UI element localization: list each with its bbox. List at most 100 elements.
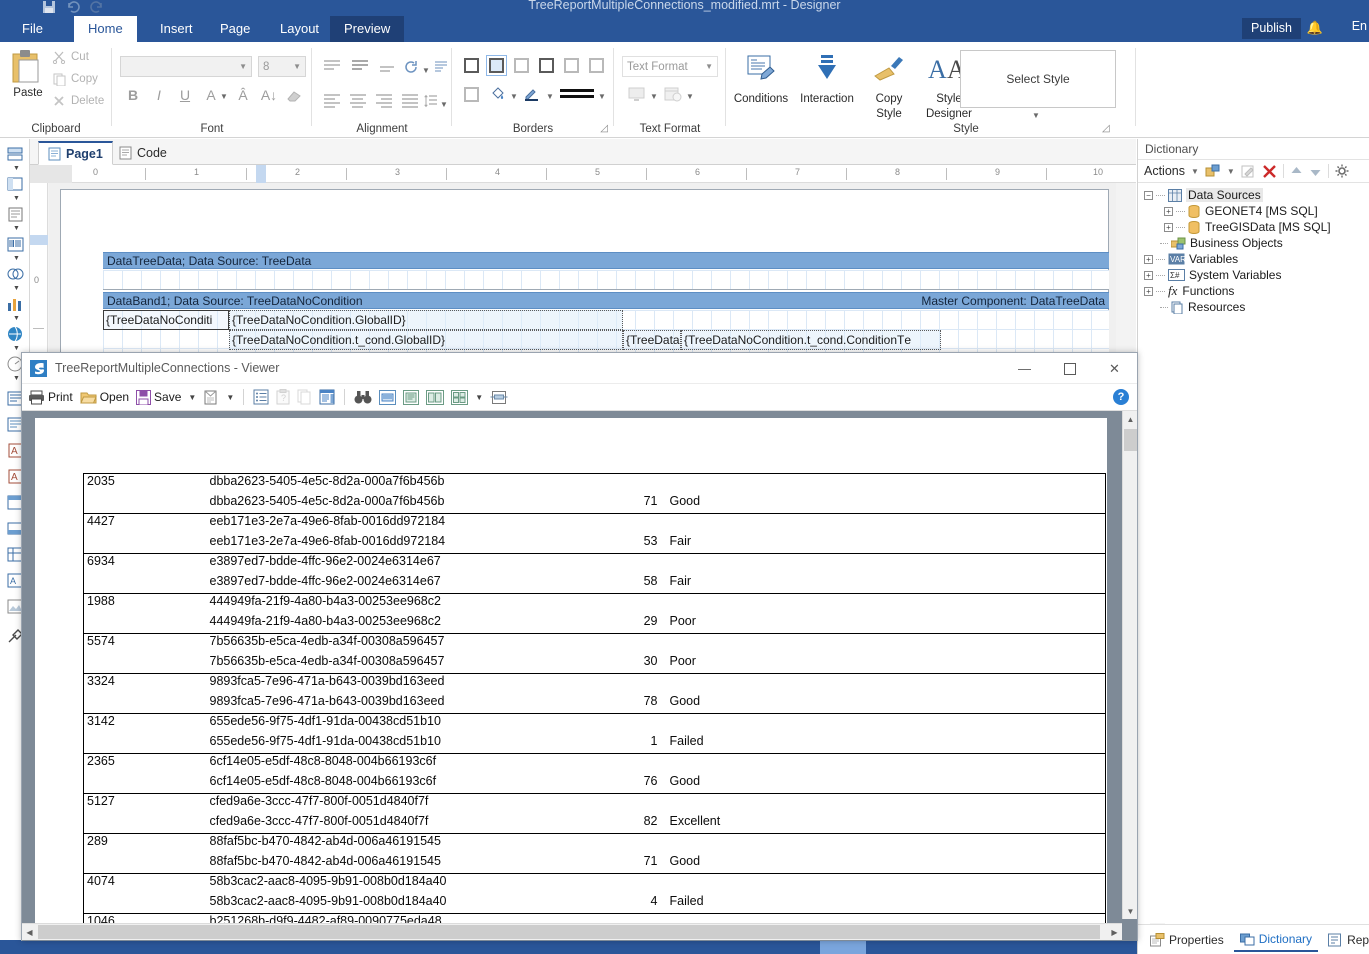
shrink-font-button[interactable]: A↓ [260, 86, 278, 104]
report-preview-page[interactable]: 2035 dbba2623-5405-4e5c-8d2a-000a7f6b456… [35, 418, 1107, 933]
chevron-down-icon[interactable]: ▼ [598, 92, 606, 101]
viewer-help-button[interactable]: ? [1113, 389, 1129, 405]
chevron-down-icon[interactable]: ▼ [188, 393, 196, 402]
viewer-copy-page-button[interactable] [297, 389, 312, 405]
chevron-down-icon[interactable]: ▼ [13, 255, 20, 262]
text-component-4[interactable]: {TreeData [623, 330, 681, 350]
viewer-maximize-button[interactable] [1047, 353, 1092, 384]
chart-tool-icon[interactable] [6, 295, 25, 314]
page-tab-code[interactable]: Code [110, 141, 176, 165]
scroll-up-arrow-icon[interactable]: ▲ [1123, 411, 1138, 427]
tree-node-geonet4[interactable]: + GEONET4 [MS SQL] [1164, 203, 1318, 219]
text-component-2[interactable]: {TreeDataNoCondition.GlobalID} [229, 310, 623, 330]
borders-dialog-launcher[interactable]: ◿ [600, 123, 608, 134]
align-bottom-button[interactable] [380, 66, 396, 78]
band-body-datatreedata[interactable] [103, 270, 1109, 290]
text-component-5[interactable]: {TreeDataNoCondition.t_cond.ConditionTе [681, 330, 941, 350]
page-tab-page1[interactable]: Page1 [38, 141, 113, 165]
viewer-open-button[interactable]: Open [79, 390, 129, 405]
interaction-button[interactable]: Interaction [796, 48, 858, 105]
font-color-button[interactable]: A [202, 86, 220, 104]
align-right-button[interactable] [376, 94, 392, 108]
chevron-down-icon[interactable]: ▼ [13, 285, 20, 292]
chevron-down-icon[interactable]: ▼ [13, 345, 20, 352]
border-color-button[interactable] [524, 86, 542, 102]
chevron-down-icon[interactable]: ▼ [13, 375, 20, 382]
tree-node-treegisdata[interactable]: + TreeGISData [MS SQL] [1164, 219, 1331, 235]
chevron-down-icon[interactable]: ▼ [475, 393, 483, 402]
expand-expander-icon[interactable]: + [1164, 206, 1173, 216]
style-dialog-launcher[interactable]: ◿ [1102, 123, 1110, 134]
chevron-down-icon[interactable]: ▼ [1191, 167, 1199, 176]
border-top-button[interactable] [514, 58, 529, 73]
align-justify-button[interactable] [402, 94, 418, 108]
chevron-down-icon[interactable]: ▼ [1032, 111, 1040, 120]
font-family-combo[interactable]: ▼ [120, 56, 252, 77]
viewer-zoom-one-page-button[interactable] [403, 389, 420, 405]
shapes-tool-icon[interactable] [6, 265, 25, 284]
tab-file[interactable]: File [8, 16, 57, 42]
conditions-button[interactable]: Conditions [730, 48, 792, 105]
border-all-button[interactable] [464, 58, 479, 73]
underline-button[interactable]: U [176, 86, 194, 104]
cross-bands-tool-icon[interactable] [6, 175, 25, 194]
horizontal-ruler[interactable]: 0 1 2 3 4 5 6 7 8 9 10 [30, 165, 1136, 183]
border-right-button[interactable] [589, 58, 604, 73]
expand-expander-icon[interactable]: + [1144, 270, 1153, 280]
viewer-vertical-scrollbar[interactable]: ▲ ▼ [1122, 411, 1137, 919]
components-tool-icon[interactable] [6, 205, 25, 224]
tab-preview[interactable]: Preview [330, 16, 405, 42]
copy-style-button[interactable]: Copy Style [866, 48, 912, 120]
scroll-right-arrow-icon[interactable]: ▶ [1107, 924, 1122, 941]
map-tool-icon[interactable] [6, 325, 25, 344]
chevron-down-icon[interactable]: ▼ [13, 195, 20, 202]
chevron-down-icon[interactable]: ▼ [13, 165, 20, 172]
line-spacing-button[interactable] [424, 94, 438, 108]
select-style-box[interactable]: Select Style [960, 50, 1116, 108]
text-format-combo[interactable]: Text Format ▼ [622, 56, 718, 77]
tab-insert[interactable]: Insert [146, 16, 207, 42]
tree-node-resources[interactable]: Resources [1160, 299, 1245, 315]
scroll-down-arrow-icon[interactable]: ▼ [1123, 903, 1138, 919]
viewer-close-button[interactable]: ✕ [1092, 353, 1137, 384]
tree-node-business-objects[interactable]: Business Objects [1160, 235, 1283, 251]
fill-color-button[interactable] [490, 86, 506, 102]
text-component-1[interactable]: {TreeDataNoConditi [103, 310, 229, 330]
scroll-left-arrow-icon[interactable]: ◀ [22, 924, 37, 941]
viewer-document-area[interactable]: 2035 dbba2623-5405-4e5c-8d2a-000a7f6b456… [22, 411, 1137, 941]
tab-layout[interactable]: Layout [266, 16, 333, 42]
expand-expander-icon[interactable]: + [1144, 286, 1153, 296]
border-left-button[interactable] [564, 58, 579, 73]
viewer-print-button[interactable]: Print [28, 390, 73, 405]
viewer-zoom-two-pages-button[interactable] [426, 389, 445, 405]
bold-button[interactable]: B [124, 86, 142, 104]
actions-button[interactable]: Actions [1144, 164, 1185, 178]
viewer-horizontal-scrollbar[interactable]: ◀ ▶ [22, 923, 1122, 940]
border-style-button[interactable] [560, 86, 594, 102]
viewer-window[interactable]: TreeReportMultipleConnections - Viewer —… [21, 352, 1138, 941]
chevron-down-icon[interactable]: ▼ [546, 92, 554, 101]
expand-expander-icon[interactable]: + [1164, 222, 1173, 232]
new-item-icon[interactable] [1205, 164, 1221, 179]
tree-node-functions[interactable]: + fx Functions [1144, 283, 1234, 299]
chevron-down-icon[interactable]: ▼ [510, 92, 518, 101]
viewer-minimize-button[interactable]: — [1002, 353, 1047, 384]
tab-home[interactable]: Home [74, 16, 137, 42]
chevron-down-icon[interactable]: ▼ [440, 100, 448, 109]
text-component-3[interactable]: {TreeDataNoCondition.t_cond.GlobalID} [229, 330, 623, 350]
chevron-down-icon[interactable]: ▼ [1227, 167, 1235, 176]
collapse-expander-icon[interactable]: − [1144, 190, 1153, 200]
grow-font-button[interactable]: Â [234, 86, 252, 104]
barcode-tool-icon[interactable] [6, 235, 25, 254]
rotate-text-button[interactable] [404, 59, 419, 74]
chevron-down-icon[interactable]: ▼ [220, 92, 228, 101]
chevron-down-icon[interactable]: ▼ [13, 315, 20, 322]
viewer-zoom-multi-pages-button[interactable] [451, 389, 469, 405]
tab-page[interactable]: Page [206, 16, 264, 42]
word-wrap-button[interactable] [434, 59, 449, 74]
band-header-datatreedata[interactable]: DataTreeData; Data Source: TreeData [103, 252, 1109, 269]
font-size-combo[interactable]: 8 ▼ [258, 56, 306, 77]
notifications-bell-icon[interactable]: 🔔 [1307, 20, 1323, 36]
paste-button[interactable]: Paste [8, 48, 48, 99]
border-bottom-button[interactable] [539, 58, 554, 73]
